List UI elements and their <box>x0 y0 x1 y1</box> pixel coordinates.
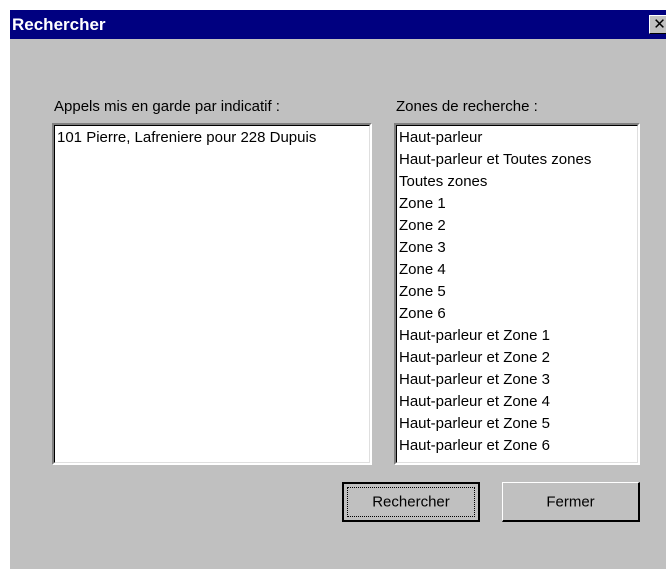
zone-item[interactable]: Haut-parleur et Zone 2 <box>399 347 637 369</box>
zone-item[interactable]: Haut-parleur et Zone 5 <box>399 413 637 435</box>
close-icon[interactable]: ✕ <box>649 15 666 34</box>
zone-item[interactable]: Zone 6 <box>399 303 637 325</box>
window-title: Rechercher <box>12 15 106 34</box>
title-bar[interactable]: Rechercher ✕ <box>10 10 666 39</box>
zone-item[interactable]: Zone 5 <box>399 281 637 303</box>
held-call-item[interactable]: 101 Pierre, Lafreniere pour 228 Dupuis <box>57 127 369 149</box>
close-button[interactable]: Fermer <box>502 482 640 522</box>
search-button-label: Rechercher <box>372 493 450 511</box>
zone-item[interactable]: Haut-parleur et Zone 6 <box>399 435 637 457</box>
zone-item[interactable]: Zone 2 <box>399 215 637 237</box>
search-button[interactable]: Rechercher <box>342 482 480 522</box>
zone-item[interactable]: Zone 3 <box>399 237 637 259</box>
held-calls-list: 101 Pierre, Lafreniere pour 228 Dupuis <box>54 125 370 463</box>
zone-item[interactable]: Haut-parleur et Zone 4 <box>399 391 637 413</box>
zone-item[interactable]: Haut-parleur et Zone 1 <box>399 325 637 347</box>
zone-item[interactable]: Zone 4 <box>399 259 637 281</box>
zone-item[interactable]: Haut-parleur <box>399 127 637 149</box>
close-button-label: Fermer <box>546 493 595 510</box>
zone-item[interactable]: Zone 1 <box>399 193 637 215</box>
held-calls-label: Appels mis en garde par indicatif : <box>54 98 280 115</box>
held-calls-listbox[interactable]: 101 Pierre, Lafreniere pour 228 Dupuis <box>52 123 372 465</box>
zones-list: Haut-parleur Haut-parleur et Toutes zones… <box>396 125 638 463</box>
zones-listbox[interactable]: Haut-parleur Haut-parleur et Toutes zones… <box>394 123 640 465</box>
zones-label: Zones de recherche : <box>396 98 538 115</box>
search-dialog: Rechercher ✕ Appels mis en garde par ind… <box>10 10 666 569</box>
zone-item[interactable]: Haut-parleur et Toutes zones <box>399 149 637 171</box>
zone-item[interactable]: Haut-parleur et Zone 3 <box>399 369 637 391</box>
zone-item[interactable]: Toutes zones <box>399 171 637 193</box>
